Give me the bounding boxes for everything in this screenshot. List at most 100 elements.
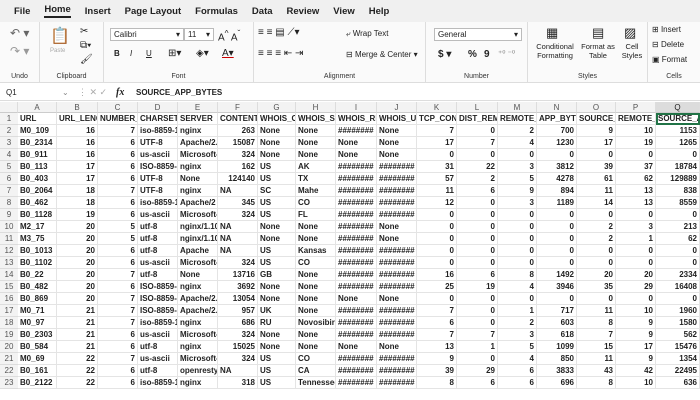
column-header-P[interactable]: P [616, 102, 656, 113]
table-cell[interactable]: 7 [98, 269, 138, 281]
table-cell[interactable]: ######## [336, 185, 377, 197]
table-cell[interactable]: 0 [577, 245, 616, 257]
table-cell[interactable]: 324 [218, 209, 258, 221]
table-cell[interactable]: iso-8859-1 [138, 317, 178, 329]
table-cell[interactable]: UTF-8 [138, 173, 178, 185]
table-cell[interactable]: Microsoft- [178, 353, 218, 365]
table-cell[interactable]: 3 [498, 329, 537, 341]
column-header-N[interactable]: N [537, 102, 577, 113]
table-cell[interactable]: 1960 [656, 305, 700, 317]
table-cell[interactable]: ######## [377, 269, 417, 281]
table-cell[interactable]: ######## [336, 173, 377, 185]
table-cell[interactable]: 9 [616, 317, 656, 329]
table-cell[interactable]: 0 [577, 293, 616, 305]
menu-file[interactable]: File [14, 6, 30, 17]
table-cell[interactable]: B0_2303 [18, 329, 57, 341]
table-cell[interactable]: 17 [417, 137, 457, 149]
table-cell[interactable]: 5 [498, 173, 537, 185]
row-header[interactable]: 7 [0, 185, 18, 197]
insert-cells-button[interactable]: ⊞ Insert [652, 25, 681, 34]
table-cell[interactable]: Mahe [296, 185, 336, 197]
table-cell[interactable]: 4278 [537, 173, 577, 185]
cell-styles-button[interactable]: Cell Styles [618, 42, 646, 60]
table-cell[interactable]: 0 [537, 245, 577, 257]
table-cell[interactable]: B0_462 [18, 197, 57, 209]
table-cell[interactable]: 2 [498, 125, 537, 137]
row-header[interactable]: 6 [0, 173, 18, 185]
table-cell[interactable]: US [258, 197, 296, 209]
table-cell[interactable]: ######## [336, 197, 377, 209]
table-cell[interactable]: 957 [218, 305, 258, 317]
table-cell[interactable]: 8 [498, 269, 537, 281]
format-cells-button[interactable]: ▣ Format [652, 55, 687, 64]
table-cell[interactable]: 7 [98, 185, 138, 197]
column-header-B[interactable]: B [57, 102, 98, 113]
table-cell[interactable]: 9 [616, 329, 656, 341]
table-cell[interactable]: 42 [616, 365, 656, 377]
formula-input[interactable]: SOURCE_APP_BYTES [136, 88, 222, 97]
table-cell[interactable]: nginx [178, 125, 218, 137]
table-cell[interactable]: B0_584 [18, 341, 57, 353]
borders-icon[interactable]: ⊞▾ [168, 48, 181, 59]
table-cell[interactable]: 6 [98, 341, 138, 353]
paste-icon[interactable]: 📋 [50, 26, 70, 46]
table-cell[interactable]: 22 [57, 365, 98, 377]
percent-button[interactable]: % [468, 49, 477, 60]
table-cell[interactable]: ######## [377, 197, 417, 209]
row-header[interactable]: 18 [0, 317, 18, 329]
table-cell[interactable]: None [258, 149, 296, 161]
table-cell[interactable]: 0 [537, 257, 577, 269]
table-cell[interactable]: B0_482 [18, 281, 57, 293]
table-cell[interactable]: NA [218, 185, 258, 197]
decimal-icons[interactable]: ⁺⁰ ⁻⁰ [498, 49, 515, 58]
table-cell[interactable]: 16 [57, 149, 98, 161]
table-cell[interactable]: 0 [457, 257, 498, 269]
table-cell[interactable]: US [258, 365, 296, 377]
table-cell[interactable]: 345 [218, 197, 258, 209]
table-cell[interactable]: 1189 [537, 197, 577, 209]
table-cell[interactable]: 6 [98, 281, 138, 293]
table-cell[interactable]: 8559 [656, 197, 700, 209]
row-header[interactable]: 4 [0, 149, 18, 161]
header-cell[interactable]: REMOTE_I [498, 113, 537, 125]
table-cell[interactable]: None [296, 233, 336, 245]
table-cell[interactable]: 19 [57, 209, 98, 221]
table-cell[interactable]: 3 [498, 161, 537, 173]
table-cell[interactable]: 324 [218, 329, 258, 341]
table-cell[interactable]: 15 [577, 341, 616, 353]
header-cell[interactable]: CHARSET [138, 113, 178, 125]
table-cell[interactable]: 0 [417, 221, 457, 233]
table-cell[interactable]: NA [218, 245, 258, 257]
table-cell[interactable]: 4 [498, 281, 537, 293]
row-header[interactable]: 8 [0, 197, 18, 209]
table-cell[interactable]: 20 [57, 233, 98, 245]
menu-help[interactable]: Help [369, 6, 390, 17]
menu-review[interactable]: Review [287, 6, 320, 17]
table-cell[interactable]: 21 [57, 317, 98, 329]
table-cell[interactable]: 603 [537, 317, 577, 329]
table-cell[interactable]: 6 [98, 377, 138, 389]
table-cell[interactable]: Apache/2. [178, 293, 218, 305]
table-cell[interactable]: 263 [218, 125, 258, 137]
table-cell[interactable]: Microsoft- [178, 257, 218, 269]
header-cell[interactable]: URL_LENG [57, 113, 98, 125]
table-cell[interactable]: 717 [537, 305, 577, 317]
table-cell[interactable]: us-ascii [138, 149, 178, 161]
table-cell[interactable]: 1 [498, 305, 537, 317]
column-header-F[interactable]: F [218, 102, 258, 113]
table-cell[interactable]: ######## [377, 185, 417, 197]
table-cell[interactable]: 11 [577, 353, 616, 365]
menu-view[interactable]: View [333, 6, 354, 17]
table-cell[interactable]: 0 [616, 149, 656, 161]
table-cell[interactable]: 10 [616, 305, 656, 317]
table-cell[interactable]: AK [296, 161, 336, 173]
menu-insert[interactable]: Insert [85, 6, 111, 17]
row-header[interactable]: 12 [0, 245, 18, 257]
table-cell[interactable]: 6 [98, 209, 138, 221]
table-cell[interactable]: 0 [457, 317, 498, 329]
table-cell[interactable]: 29 [616, 281, 656, 293]
bold-button[interactable]: B [114, 49, 120, 58]
table-cell[interactable]: 61 [577, 173, 616, 185]
table-cell[interactable]: 0 [616, 245, 656, 257]
table-cell[interactable]: 2334 [656, 269, 700, 281]
